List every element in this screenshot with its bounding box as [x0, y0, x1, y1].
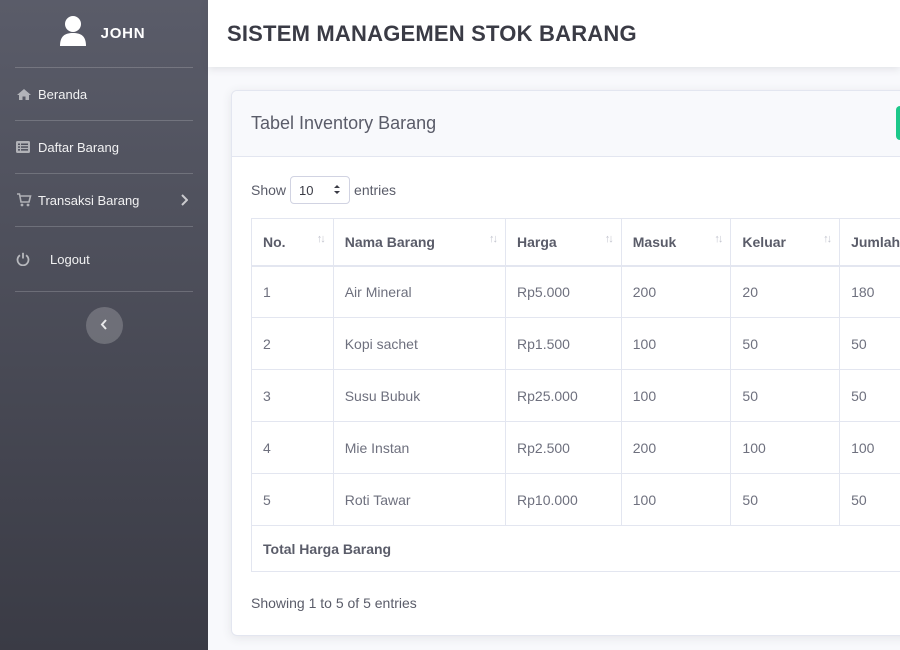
column-header-masuk[interactable]: Masuk ↑↓	[620, 218, 732, 267]
sort-icon: ↑↓	[714, 233, 723, 245]
user-icon	[59, 15, 87, 52]
show-label: Show	[251, 182, 287, 198]
cell-jumlah: 100	[839, 421, 900, 474]
column-header-label: Nama Barang	[344, 233, 435, 250]
column-header-harga[interactable]: Harga ↑↓	[505, 218, 622, 267]
sidebar-divider	[15, 291, 193, 292]
column-header-nama-barang[interactable]: Nama Barang ↑↓	[332, 218, 507, 267]
list-icon	[16, 141, 38, 153]
card-header: Tabel Inventory Barang	[232, 91, 900, 157]
sidebar-item-transaksi-barang[interactable]: Transaksi Barang	[0, 174, 208, 226]
add-item-button[interactable]	[896, 106, 900, 140]
sidebar-item-logout[interactable]: Logout	[0, 227, 208, 291]
cell-nama-barang: Air Mineral	[332, 265, 507, 318]
table-row: 5 Roti Tawar Rp10.000 100 50 50	[251, 473, 900, 526]
column-header-label: Keluar	[742, 233, 786, 250]
sort-icon: ↑↓	[604, 233, 614, 245]
column-header-label: Harga	[517, 233, 557, 250]
column-header-label: Jumlah	[851, 233, 900, 250]
table-info: Showing 1 to 5 of 5 entries	[251, 595, 417, 611]
topbar: SISTEM MANAGEMEN STOK BARANG	[208, 0, 900, 67]
cell-masuk: 100	[620, 317, 732, 370]
sidebar-toggle-wrapper	[0, 307, 208, 344]
sidebar-toggle-button[interactable]	[85, 307, 123, 344]
cell-masuk: 100	[620, 369, 732, 422]
cell-jumlah: 50	[839, 317, 900, 370]
cell-jumlah: 50	[839, 369, 900, 422]
cell-nama-barang: Mie Instan	[332, 421, 507, 474]
column-header-jumlah[interactable]: Jumlah	[839, 218, 900, 267]
cell-no: 5	[251, 473, 334, 526]
table-length-control: Show 10 entries	[251, 176, 396, 204]
power-icon	[16, 252, 50, 266]
sort-icon: ↑↓	[489, 233, 498, 245]
select-arrows-icon	[333, 183, 341, 198]
cell-keluar: 100	[730, 421, 841, 474]
cell-no: 2	[251, 317, 334, 370]
table-header-row: No. ↑↓ Nama Barang ↑↓ Harga ↑↓ Masuk ↑↓ Kelu…	[251, 218, 900, 267]
cell-keluar: 50	[730, 473, 841, 526]
cell-harga: Rp2.500	[505, 421, 622, 474]
cell-harga: Rp1.500	[505, 317, 622, 370]
home-icon	[16, 88, 38, 101]
sidebar-item-beranda[interactable]: Beranda	[0, 68, 208, 120]
cell-jumlah: 50	[839, 473, 900, 526]
cell-masuk: 200	[620, 265, 732, 318]
cell-masuk: 100	[620, 473, 732, 526]
chevron-left-icon	[100, 317, 108, 335]
cell-harga: Rp10.000	[505, 473, 622, 526]
page-length-value: 10	[299, 182, 314, 198]
cell-jumlah: 180	[839, 265, 900, 318]
total-harga-label: Total Harga Barang	[251, 525, 900, 572]
sort-icon: ↑↓	[823, 233, 832, 245]
column-header-keluar[interactable]: Keluar ↑↓	[730, 218, 841, 267]
cell-harga: Rp25.000	[505, 369, 622, 422]
column-header-no[interactable]: No. ↑↓	[251, 218, 334, 267]
sidebar-item-daftar-barang[interactable]: Daftar Barang	[0, 121, 208, 173]
sidebar-item-label: Logout	[50, 251, 90, 267]
table-row: 3 Susu Bubuk Rp25.000 100 50 50	[251, 369, 900, 422]
cell-keluar: 50	[730, 369, 841, 422]
cell-nama-barang: Susu Bubuk	[332, 369, 507, 422]
cell-nama-barang: Roti Tawar	[332, 473, 507, 526]
cell-nama-barang: Kopi sachet	[332, 317, 507, 370]
cell-keluar: 20	[730, 265, 841, 318]
cell-no: 4	[251, 421, 334, 474]
column-header-label: Masuk	[632, 233, 677, 250]
sidebar-item-label: Transaksi Barang	[38, 192, 140, 208]
page-title: SISTEM MANAGEMEN STOK BARANG	[227, 20, 637, 46]
sort-icon: ↑↓	[316, 233, 326, 245]
chevron-right-icon	[180, 194, 188, 206]
inventory-table: No. ↑↓ Nama Barang ↑↓ Harga ↑↓ Masuk ↑↓ Kelu…	[251, 218, 900, 572]
cell-keluar: 50	[730, 317, 841, 370]
entries-label: entries	[354, 182, 397, 198]
column-header-label: No.	[263, 233, 286, 250]
table-row: 1 Air Mineral Rp5.000 200 20 180	[251, 265, 900, 318]
cell-harga: Rp5.000	[505, 265, 622, 318]
inventory-card: Tabel Inventory Barang Show 10 entries N…	[231, 90, 900, 636]
sidebar-item-label: Daftar Barang	[38, 139, 119, 155]
sidebar: JOHN Beranda Daftar Barang Transaksi Bar…	[0, 0, 208, 650]
card-title: Tabel Inventory Barang	[251, 113, 437, 133]
page-length-select[interactable]: 10	[290, 176, 351, 204]
cell-no: 3	[251, 369, 334, 422]
table-row: 2 Kopi sachet Rp1.500 100 50 50	[251, 317, 900, 370]
cell-masuk: 200	[620, 421, 732, 474]
sidebar-brand[interactable]: JOHN	[0, 0, 208, 67]
sidebar-item-label: Beranda	[38, 86, 88, 102]
cart-icon	[16, 193, 38, 207]
user-name: JOHN	[100, 25, 146, 42]
table-row: 4 Mie Instan Rp2.500 200 100 100	[251, 421, 900, 474]
table-footer-row: Total Harga Barang	[251, 525, 900, 572]
cell-no: 1	[251, 265, 334, 318]
